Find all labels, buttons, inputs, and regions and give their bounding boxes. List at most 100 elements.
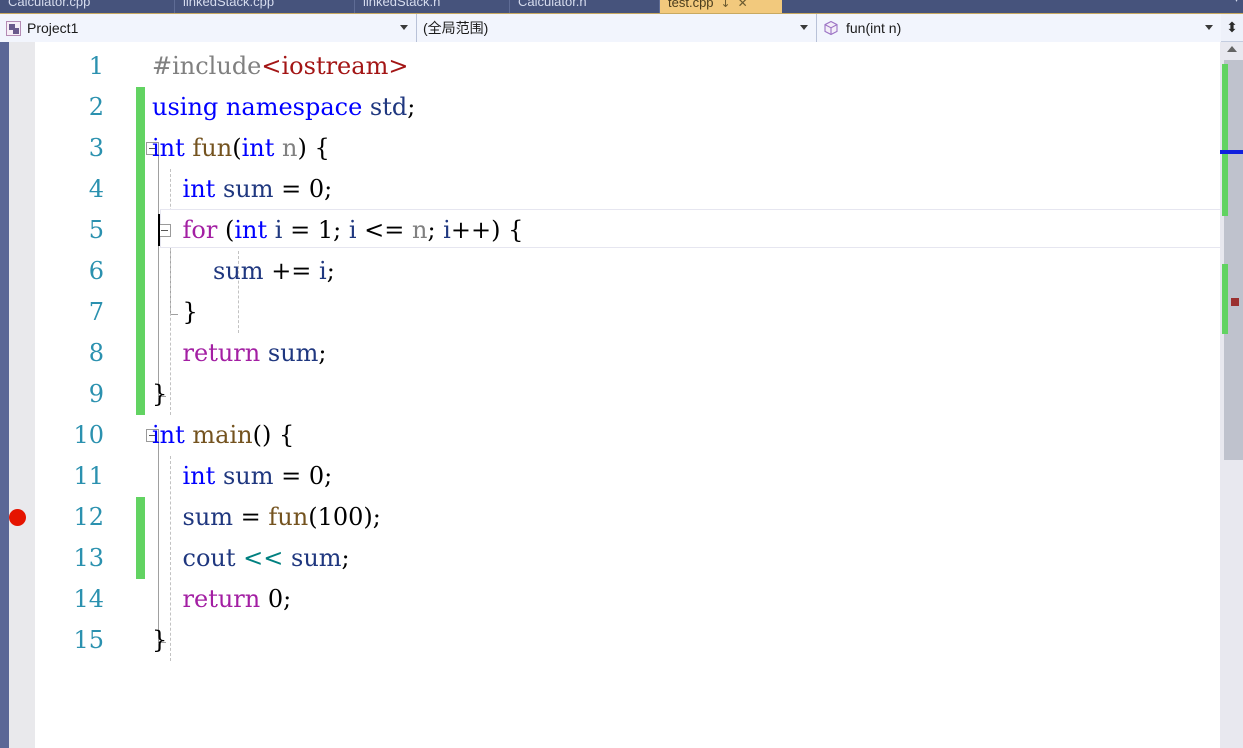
chevron-down-icon[interactable] <box>1205 25 1213 30</box>
scrollbar-change-marker <box>1222 64 1228 216</box>
code-token: n <box>411 216 428 244</box>
code-line[interactable]: 2 using namespace std; <box>0 87 1243 128</box>
code-token: fun <box>192 134 233 162</box>
document-tab-linkedstack-cpp[interactable]: linkedStack.cpp <box>175 0 355 14</box>
code-line[interactable]: 15} <box>0 620 1243 661</box>
code-token: ++) { <box>450 216 524 244</box>
code-editor[interactable]: 1 #include<iostream> 2 using namespace std;… <box>0 42 1243 748</box>
line-number: 7 <box>88 298 104 326</box>
code-token: n <box>282 134 298 162</box>
line-number: 14 <box>73 585 104 613</box>
code-token: () { <box>252 421 295 449</box>
code-content[interactable]: 1 #include<iostream> 2 using namespace std;… <box>0 42 1243 748</box>
code-token: ; <box>427 216 444 244</box>
code-line[interactable]: 3 int fun(int n) { <box>0 128 1243 169</box>
code-token: ; <box>318 339 327 367</box>
code-token: main <box>192 421 253 449</box>
code-token: = <box>233 503 269 531</box>
code-line-text: return sum; <box>152 333 327 374</box>
code-line-text: return 0; <box>152 579 292 620</box>
code-line[interactable]: 7 } <box>0 292 1243 333</box>
code-line-text: sum += i; <box>152 251 335 292</box>
code-line[interactable]: 12 sum = fun(100); <box>0 497 1243 538</box>
code-line[interactable]: 13 cout << sum; <box>0 538 1243 579</box>
code-line[interactable]: 10 int main() { <box>0 415 1243 456</box>
code-line-text: int fun(int n) { <box>152 128 330 169</box>
code-line[interactable]: 1 #include<iostream> <box>0 46 1243 87</box>
chevron-down-icon[interactable] <box>400 25 408 30</box>
code-token: fun <box>268 503 309 531</box>
code-line[interactable]: 9} <box>0 374 1243 415</box>
document-tab-linkedstack-h[interactable]: linkedStack.h <box>355 0 510 14</box>
scroll-up-arrow-icon[interactable] <box>1227 46 1237 52</box>
code-token: = <box>273 462 309 490</box>
tab-label: Calculator.h <box>518 0 587 9</box>
line-number: 3 <box>88 134 104 162</box>
code-token: using <box>152 93 219 121</box>
code-token: int <box>241 134 275 162</box>
document-tab-test-cpp[interactable]: test.cpp ↧ ✕ <box>660 0 782 14</box>
code-line[interactable]: 6 sum += i; <box>0 251 1243 292</box>
code-token: sum <box>291 544 342 572</box>
pin-icon[interactable]: ↧ <box>721 0 731 14</box>
code-token: } <box>152 298 198 326</box>
code-line-text: for (int i = 1; i <= n; i++) { <box>152 210 524 251</box>
document-tab-calculator-h[interactable]: Calculator.h <box>510 0 660 14</box>
code-line-text: cout << sum; <box>152 538 350 579</box>
tab-label: test.cpp <box>668 0 714 10</box>
tab-label: linkedStack.h <box>363 0 441 9</box>
chevron-down-icon[interactable] <box>800 25 808 30</box>
code-line[interactable]: 4 int sum = 0; <box>0 169 1243 210</box>
split-view-button[interactable]: ⬍ <box>1221 14 1243 41</box>
line-number: 6 <box>88 257 104 285</box>
code-token: ; <box>341 544 350 572</box>
code-line[interactable]: 5 for (int i = 1; i <= n; i++) { <box>0 210 1243 251</box>
code-token: ; <box>283 585 292 613</box>
line-number: 4 <box>88 175 104 203</box>
code-line-text: int main() { <box>152 415 294 456</box>
code-token: namespace <box>225 93 363 121</box>
breakpoint-marker[interactable] <box>9 509 26 526</box>
close-icon[interactable]: ✕ <box>738 0 748 14</box>
code-line[interactable]: 11 int sum = 0; <box>0 456 1243 497</box>
tab-overflow-chevron-icon[interactable]: ▾ <box>1234 0 1239 5</box>
scrollbar-breakpoint-marker <box>1231 298 1239 306</box>
code-token: std <box>369 93 408 121</box>
code-token: int <box>152 421 185 449</box>
scope-dropdown-label: (全局范围) <box>423 20 489 36</box>
code-token: int <box>182 462 216 490</box>
code-line[interactable]: 14 return 0; <box>0 579 1243 620</box>
line-number: 2 <box>88 93 104 121</box>
line-number: 13 <box>73 544 104 572</box>
code-token: int <box>182 175 216 203</box>
code-token: ); <box>363 503 381 531</box>
document-tab-calculator-cpp[interactable]: Calculator.cpp <box>0 0 175 14</box>
code-line-text: sum = fun(100); <box>152 497 381 538</box>
code-line[interactable]: 8 return sum; <box>0 333 1243 374</box>
line-number: 1 <box>88 52 104 80</box>
member-dropdown[interactable]: fun(int n) <box>817 14 1221 42</box>
line-number: 11 <box>73 462 104 490</box>
project-dropdown[interactable]: Project1 <box>0 14 417 42</box>
line-number: 12 <box>73 503 104 531</box>
navigation-bar: Project1 (全局范围) fun(int n) ⬍ <box>0 14 1243 42</box>
scope-dropdown[interactable]: (全局范围) <box>417 14 817 42</box>
code-token: sum <box>213 257 264 285</box>
code-token: i <box>443 216 451 244</box>
project-icon <box>6 20 21 36</box>
line-number: 9 <box>88 380 104 408</box>
code-token: 0 <box>308 175 325 203</box>
code-token: ; <box>407 93 416 121</box>
vertical-scrollbar[interactable] <box>1220 42 1243 748</box>
